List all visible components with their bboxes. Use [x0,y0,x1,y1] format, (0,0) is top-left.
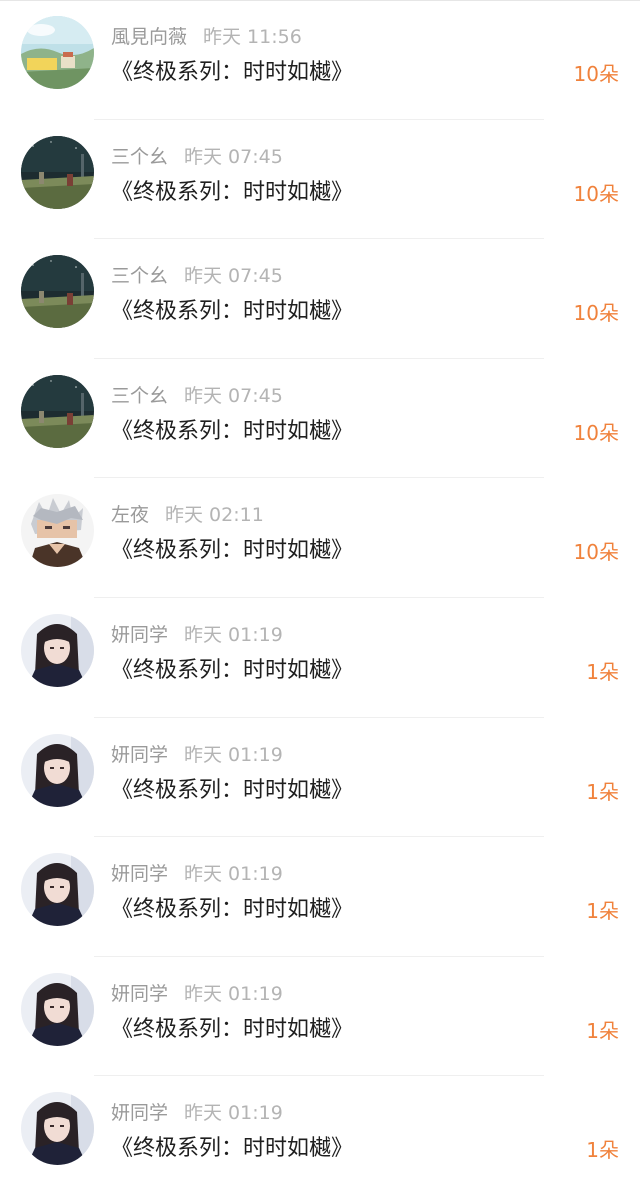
avatar[interactable] [21,972,94,1046]
record-meta: 妍同学 昨天 01:19 [111,620,283,650]
timestamp: 昨天 07:45 [184,384,283,407]
list-item[interactable]: 三个幺 昨天 07:45 《终极系列：时时如樾》 10朵 [0,120,640,240]
record-meta: 左夜 昨天 02:11 [111,500,264,530]
gift-title: 《终极系列：时时如樾》 [111,299,354,325]
avatar[interactable] [21,1092,94,1166]
gift-amount: 1朵 [586,660,619,684]
sender-name[interactable]: 妍同学 [111,744,168,766]
gift-title: 《终极系列：时时如樾》 [111,1016,354,1042]
timestamp: 昨天 01:19 [184,863,283,886]
gift-amount: 10朵 [573,62,619,86]
avatar[interactable] [21,614,94,687]
list-item[interactable]: 妍同学 昨天 01:19 《终极系列：时时如樾》 1朵 [0,718,640,838]
gift-amount: 10朵 [573,420,619,445]
gift-title: 《终极系列：时时如樾》 [111,1136,354,1162]
record-meta: 妍同学 昨天 01:19 [111,1098,283,1128]
sender-name[interactable]: 妍同学 [111,1102,168,1124]
gift-amount: 1朵 [586,1138,619,1163]
night-field-avatar-icon [21,255,94,329]
gift-title: 《终极系列：时时如樾》 [111,777,354,803]
timestamp: 昨天 01:19 [184,624,283,646]
gift-title: 《终极系列：时时如樾》 [111,179,354,205]
anime-character-avatar-icon [21,494,94,568]
sender-name[interactable]: 妍同学 [111,863,168,885]
record-meta: 風見向薇 昨天 11:56 [111,22,302,52]
gift-amount: 10朵 [573,181,619,206]
list-item[interactable]: 妍同学 昨天 01:19 《终极系列：时时如樾》 1朵 [0,957,640,1077]
girl-portrait-avatar-icon [21,1092,94,1166]
record-meta: 三个幺 昨天 07:45 [111,261,283,291]
gift-title: 《终极系列：时时如樾》 [111,538,354,564]
sender-name[interactable]: 妍同学 [111,983,168,1005]
sender-name[interactable]: 左夜 [111,504,149,526]
gift-title: 《终极系列：时时如樾》 [111,60,354,85]
gift-amount: 10朵 [573,301,619,326]
gift-title: 《终极系列：时时如樾》 [111,897,354,923]
timestamp: 昨天 01:19 [184,1102,283,1125]
timestamp: 昨天 02:11 [165,504,264,527]
list-item[interactable]: 三个幺 昨天 07:45 《终极系列：时时如樾》 10朵 [0,359,640,479]
avatar[interactable] [21,733,94,807]
girl-portrait-avatar-icon [21,853,94,927]
list-item[interactable]: 風見向薇 昨天 11:56 《终极系列：时时如樾》 10朵 [0,0,640,120]
timestamp: 昨天 01:19 [184,982,283,1005]
gift-title: 《终极系列：时时如樾》 [111,658,354,683]
sender-name[interactable]: 三个幺 [111,146,168,168]
gift-title: 《终极系列：时时如樾》 [111,418,354,444]
night-field-avatar-icon [21,374,94,448]
landscape-avatar-icon [21,16,94,89]
sender-name[interactable]: 妍同学 [111,624,168,646]
girl-portrait-avatar-icon [21,733,94,807]
timestamp: 昨天 07:45 [184,265,283,288]
sender-name[interactable]: 三个幺 [111,265,168,287]
record-meta: 妍同学 昨天 01:19 [111,740,283,770]
record-meta: 三个幺 昨天 07:45 [111,142,283,172]
record-meta: 三个幺 昨天 07:45 [111,381,283,411]
avatar[interactable] [21,494,94,568]
list-item[interactable]: 妍同学 昨天 01:19 《终极系列：时时如樾》 1朵 [0,837,640,957]
avatar[interactable] [21,135,94,209]
night-field-avatar-icon [21,135,94,209]
avatar[interactable] [21,374,94,448]
record-meta: 妍同学 昨天 01:19 [111,859,283,889]
list-item[interactable]: 妍同学 昨天 01:19 《终极系列：时时如樾》 1朵 [0,598,640,718]
list-item[interactable]: 三个幺 昨天 07:45 《终极系列：时时如樾》 10朵 [0,239,640,359]
timestamp: 昨天 11:56 [203,26,302,48]
timestamp: 昨天 07:45 [184,145,283,168]
list-item[interactable]: 妍同学 昨天 01:19 《终极系列：时时如樾》 1朵 [0,1076,640,1196]
record-meta: 妍同学 昨天 01:19 [111,979,283,1009]
list-item[interactable]: 左夜 昨天 02:11 《终极系列：时时如樾》 10朵 [0,478,640,598]
avatar[interactable] [21,255,94,329]
sender-name[interactable]: 風見向薇 [111,26,187,48]
avatar[interactable] [21,16,94,89]
girl-portrait-avatar-icon [21,614,94,687]
sender-name[interactable]: 三个幺 [111,385,168,407]
gift-amount: 10朵 [573,540,619,565]
girl-portrait-avatar-icon [21,972,94,1046]
gift-amount: 1朵 [586,1018,619,1043]
gift-amount: 1朵 [586,779,619,804]
timestamp: 昨天 01:19 [184,743,283,766]
gift-amount: 1朵 [586,899,619,924]
avatar[interactable] [21,853,94,927]
